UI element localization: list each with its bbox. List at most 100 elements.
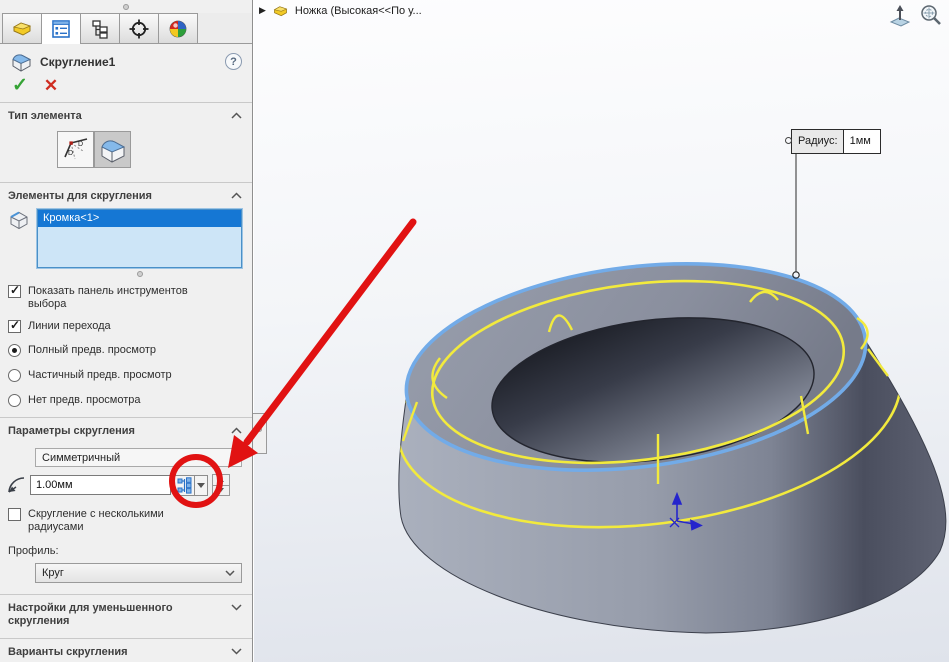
tab-dimxpert-manager[interactable] bbox=[119, 13, 159, 43]
chevron-down-icon bbox=[197, 483, 205, 488]
zoom-to-fit-icon[interactable] bbox=[919, 3, 943, 27]
chevron-down-icon bbox=[231, 648, 242, 655]
property-manager-panel: Скругление1 ? ✓ ✕ Тип элемента D D bbox=[0, 0, 253, 662]
display-manager-icon bbox=[168, 19, 188, 39]
confirm-row: ✓ ✕ bbox=[12, 77, 252, 95]
full-preview-radio[interactable] bbox=[8, 344, 21, 357]
radius-icon bbox=[4, 474, 30, 496]
section-items-to-fillet[interactable]: Элементы для скругления bbox=[0, 183, 252, 208]
extrude-direction-icon[interactable] bbox=[888, 3, 912, 29]
section-fillet-parameters[interactable]: Параметры скругления bbox=[0, 418, 252, 443]
symmetric-dropdown[interactable]: Симметричный bbox=[35, 448, 242, 467]
multi-edge-sketch-icon: D D bbox=[61, 135, 91, 165]
ok-button[interactable]: ✓ bbox=[12, 77, 28, 95]
spin-up-button[interactable] bbox=[212, 474, 230, 486]
graphics-viewport[interactable]: ▶ Ножка (Высокая<<По у... bbox=[254, 0, 949, 662]
chevron-down-icon bbox=[231, 604, 242, 611]
chevron-up-icon bbox=[231, 192, 242, 199]
section-fillet-options[interactable]: Варианты скругления bbox=[0, 639, 252, 662]
spin-down-button[interactable] bbox=[212, 486, 230, 497]
grip-dot-icon bbox=[257, 427, 262, 432]
part-icon bbox=[11, 18, 33, 40]
grip-dot-icon bbox=[123, 4, 129, 10]
section-label: Настройки для уменьшенного скругления bbox=[8, 602, 203, 628]
no-preview-radio[interactable] bbox=[8, 394, 21, 407]
fillet-feature-icon bbox=[10, 51, 33, 72]
radio-label: Полный предв. просмотр bbox=[28, 344, 156, 357]
radius-callout: Радиус: 1мм bbox=[791, 129, 881, 154]
dimxpert-icon bbox=[128, 18, 150, 40]
checkbox-label: Показать панель инструментов выбора bbox=[28, 285, 228, 311]
radius-options-dropdown-button[interactable] bbox=[195, 475, 208, 496]
property-manager-icon bbox=[51, 19, 71, 39]
configuration-manager-icon bbox=[90, 19, 110, 39]
no-preview-row: Нет предв. просмотра bbox=[8, 394, 242, 407]
manager-tab-bar bbox=[0, 13, 252, 44]
tree-item-label[interactable]: Ножка (Высокая<<По у... bbox=[295, 5, 422, 17]
svg-text:D: D bbox=[78, 141, 83, 148]
fillet-cube-icon bbox=[98, 136, 128, 164]
partial-preview-radio[interactable] bbox=[8, 369, 21, 382]
expand-triangle-icon[interactable]: ▶ bbox=[259, 5, 266, 16]
section-element-type[interactable]: Тип элемента bbox=[0, 103, 252, 128]
config-table-icon bbox=[177, 477, 192, 494]
chevron-up-icon bbox=[231, 112, 242, 119]
triangle-up-icon bbox=[218, 478, 224, 482]
checkbox-label: Скругление с несколькими радиусами bbox=[28, 508, 193, 534]
grip-dot-icon bbox=[137, 271, 143, 277]
fillet-xpert-button[interactable] bbox=[94, 131, 131, 168]
triangle-down-icon bbox=[218, 488, 224, 492]
tab-display-manager[interactable] bbox=[158, 13, 198, 43]
profile-dropdown[interactable]: Круг bbox=[35, 563, 242, 583]
page-title: Скругление1 bbox=[40, 55, 218, 69]
radius-input[interactable] bbox=[30, 475, 171, 495]
flyout-feature-tree[interactable]: ▶ Ножка (Высокая<<По у... bbox=[259, 3, 422, 18]
list-item-edge[interactable]: Кромка<1> bbox=[38, 210, 241, 227]
tab-feature-manager[interactable] bbox=[2, 13, 42, 43]
fillet-type-buttons: D D bbox=[57, 131, 252, 168]
radio-label: Нет предв. просмотра bbox=[28, 394, 141, 407]
profile-label: Профиль: bbox=[8, 545, 242, 557]
tab-property-manager[interactable] bbox=[41, 13, 81, 44]
section-setback-parameters[interactable]: Настройки для уменьшенного скругления bbox=[0, 595, 252, 633]
multiple-radius-row: Скругление с несколькими радиусами bbox=[8, 508, 242, 534]
section-label: Параметры скругления bbox=[8, 425, 135, 438]
help-icon[interactable]: ? bbox=[225, 53, 242, 70]
radius-row bbox=[4, 474, 244, 496]
tab-configuration-manager[interactable] bbox=[80, 13, 120, 43]
transition-lines-row: Линии перехода bbox=[8, 320, 242, 333]
fillet-items-list[interactable]: Кромка<1> bbox=[37, 209, 242, 268]
cancel-button[interactable]: ✕ bbox=[44, 77, 58, 95]
list-resize-grip[interactable] bbox=[0, 268, 252, 279]
manual-fillet-button[interactable]: D D bbox=[57, 131, 94, 168]
radius-spinner[interactable] bbox=[212, 474, 230, 496]
section-label: Элементы для скругления bbox=[8, 190, 152, 203]
partial-preview-row: Частичный предв. просмотр bbox=[8, 369, 242, 382]
profile-value: Круг bbox=[42, 567, 64, 579]
edge-selection-row: Кромка<1> bbox=[8, 209, 242, 268]
feature-title-row: Скругление1 ? bbox=[10, 51, 242, 72]
panel-flyout-tab[interactable] bbox=[253, 413, 267, 454]
callout-handle-icon[interactable] bbox=[785, 137, 792, 144]
chevron-up-icon bbox=[231, 427, 242, 434]
chevron-down-icon bbox=[225, 570, 235, 576]
transition-lines-checkbox[interactable] bbox=[8, 320, 21, 333]
section-label: Тип элемента bbox=[8, 110, 82, 123]
multiple-radius-checkbox[interactable] bbox=[8, 508, 21, 521]
solidworks-window: Скругление1 ? ✓ ✕ Тип элемента D D bbox=[0, 0, 949, 662]
callout-value[interactable]: 1мм bbox=[844, 130, 880, 153]
view-tools bbox=[888, 3, 943, 29]
part-icon bbox=[272, 3, 289, 18]
full-preview-row: Полный предв. просмотр bbox=[8, 344, 242, 357]
attach-configurations-button[interactable] bbox=[174, 475, 195, 496]
section-label: Варианты скругления bbox=[8, 646, 128, 659]
show-selection-toolbar-checkbox[interactable] bbox=[8, 285, 21, 298]
model-3d bbox=[254, 0, 949, 662]
edge-icon bbox=[8, 209, 30, 231]
svg-text:D: D bbox=[68, 150, 73, 157]
show-selection-toolbar-row: Показать панель инструментов выбора bbox=[8, 285, 242, 311]
radio-label: Частичный предв. просмотр bbox=[28, 369, 172, 382]
callout-label: Радиус: bbox=[792, 130, 844, 153]
checkbox-label: Линии перехода bbox=[28, 320, 111, 333]
panel-resize-grip[interactable] bbox=[0, 0, 252, 13]
